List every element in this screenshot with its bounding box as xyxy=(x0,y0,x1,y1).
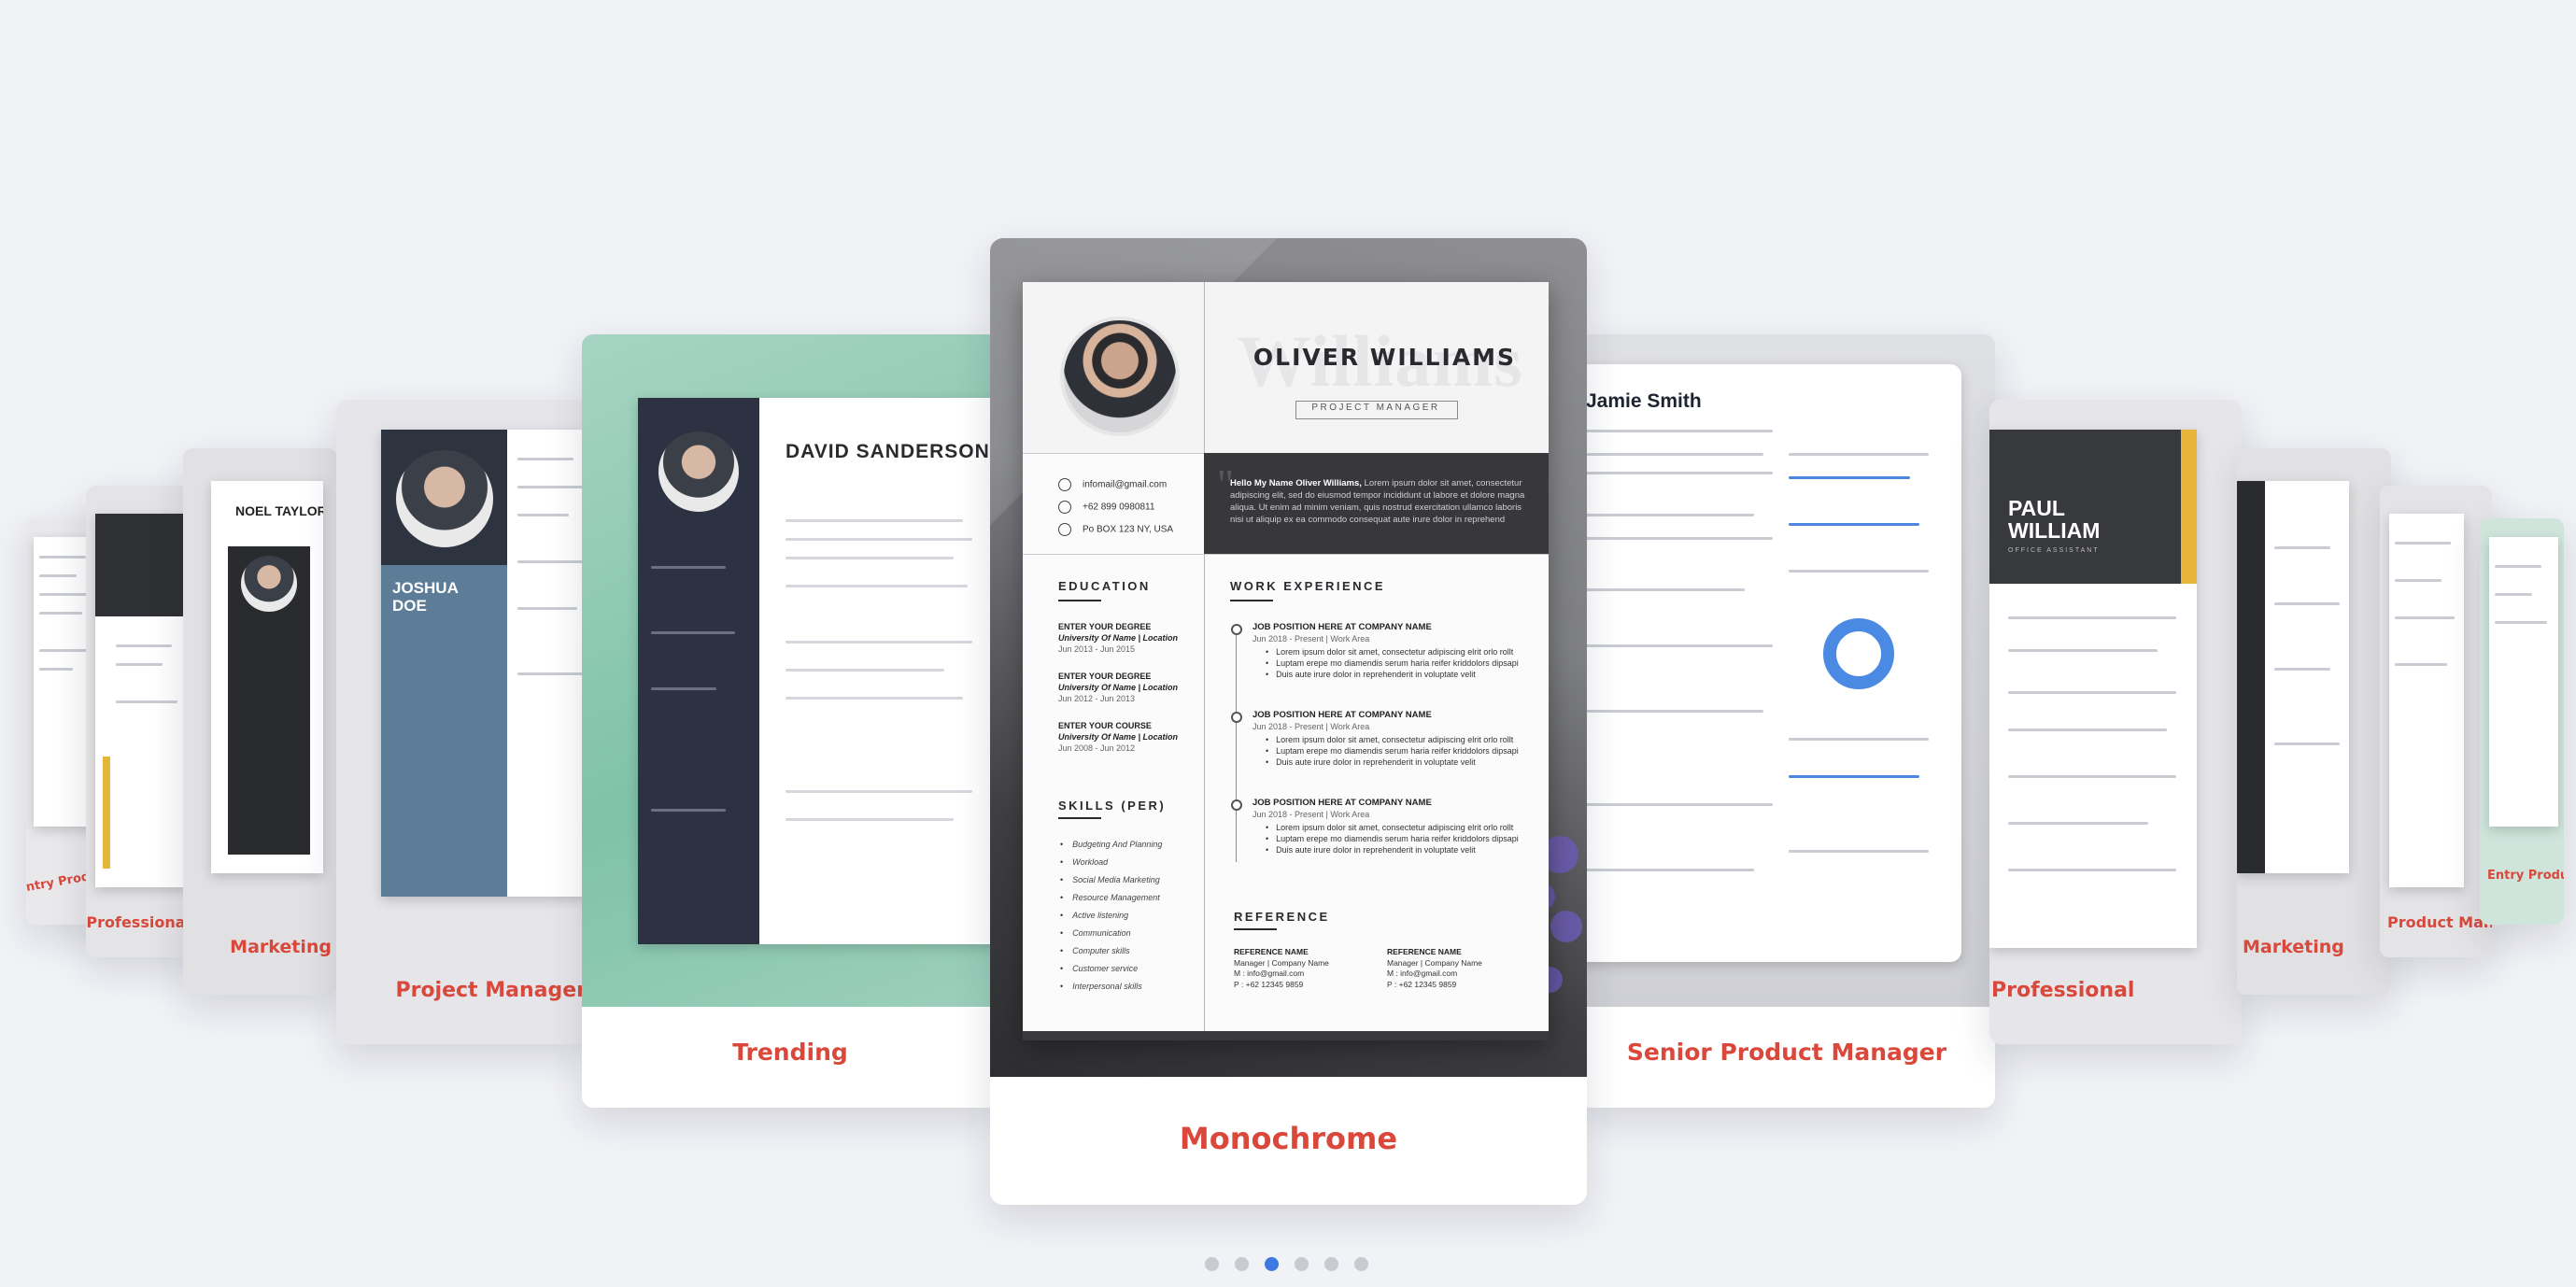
about-section: " Hello My Name Oliver Williams, Lorem i… xyxy=(1204,453,1549,554)
resume-name: NOEL TAYLOR xyxy=(235,503,323,518)
template-label: Marketing xyxy=(2243,937,2344,957)
template-preview: Williams OLIVER WILLIAMS PROJECT MANAGER… xyxy=(990,238,1587,1077)
reference-item: REFERENCE NAME Manager | Company Name M … xyxy=(1234,947,1329,989)
resume-role: OFFICE ASSISTANT xyxy=(2008,547,2100,554)
resume-document: Williams OLIVER WILLIAMS PROJECT MANAGER… xyxy=(1023,282,1549,1040)
contact-phone: +62 899 0980811 xyxy=(1083,502,1155,513)
resume-name: Jamie Smith xyxy=(1586,390,1702,412)
template-preview xyxy=(2380,486,2492,957)
reference-title: REFERENCE xyxy=(1234,910,1330,924)
skills-title: SKILLS (PER) xyxy=(1058,799,1167,813)
template-preview xyxy=(2480,518,2564,925)
template-label: Project Manager xyxy=(395,979,587,1002)
resume-name: OLIVER WILLIAMS xyxy=(1253,344,1517,371)
skill-item: Customer service xyxy=(1060,964,1138,973)
template-card-senior-product-manager[interactable]: Jamie Smith Senior Product Manager xyxy=(1578,334,1995,1108)
location-icon xyxy=(1058,523,1071,536)
resume-photo xyxy=(1060,317,1180,436)
work-title: WORK EXPERIENCE xyxy=(1230,579,1386,593)
skill-item: Social Media Marketing xyxy=(1060,875,1160,884)
job-item: JOB POSITION HERE AT COMPANY NAME Jun 20… xyxy=(1253,710,1533,768)
template-card-marketing-right[interactable]: Marketing xyxy=(2237,448,2391,995)
resume-name: JOSHUA DOE xyxy=(392,579,459,615)
contact-email: infomail@gmail.com xyxy=(1083,479,1168,490)
template-preview: NOEL TAYLOR xyxy=(183,448,337,995)
pagination-dot-5[interactable] xyxy=(1324,1257,1338,1271)
template-carousel: Entry Product Manager Professional NOEL … xyxy=(0,0,2576,1287)
about-lead: Hello My Name Oliver Williams, xyxy=(1230,478,1362,488)
skill-item: Communication xyxy=(1060,928,1131,938)
template-card-monochrome[interactable]: Williams OLIVER WILLIAMS PROJECT MANAGER… xyxy=(990,238,1587,1205)
education-item: ENTER YOUR DEGREE University Of Name | L… xyxy=(1058,672,1179,703)
template-card-product-manager-right[interactable]: Product Manager xyxy=(2380,486,2492,957)
skill-item: Interpersonal skills xyxy=(1060,982,1142,991)
template-label: Trending xyxy=(732,1039,848,1066)
template-card-marketing-left[interactable]: NOEL TAYLOR Marketing xyxy=(183,448,337,995)
skill-item: Computer skills xyxy=(1060,946,1130,955)
job-item: JOB POSITION HERE AT COMPANY NAME Jun 20… xyxy=(1253,622,1533,680)
template-card-project-manager[interactable]: JOSHUA DOE Project Manager xyxy=(336,400,588,1044)
education-item: ENTER YOUR COURSE University Of Name | L… xyxy=(1058,721,1179,753)
phone-icon xyxy=(1058,501,1071,514)
template-preview xyxy=(86,486,198,957)
template-card-trending[interactable]: DAVID SANDERSON Trending xyxy=(582,334,998,1108)
resume-name: PAUL WILLIAM xyxy=(2008,496,2101,543)
skill-item: Resource Management xyxy=(1060,893,1160,902)
pagination-dot-1[interactable] xyxy=(1205,1257,1219,1271)
template-card-entry-product-manager-right[interactable]: Entry Product Manager xyxy=(2480,518,2564,925)
contact-address: Po BOX 123 NY, USA xyxy=(1083,524,1174,535)
email-icon xyxy=(1058,478,1071,491)
job-item: JOB POSITION HERE AT COMPANY NAME Jun 20… xyxy=(1253,798,1533,856)
pagination-dot-4[interactable] xyxy=(1295,1257,1309,1271)
template-preview: JOSHUA DOE xyxy=(336,400,588,1044)
template-label: Monochrome xyxy=(1179,1121,1398,1156)
template-card-professional-left[interactable]: Professional xyxy=(86,486,198,957)
resume-role: PROJECT MANAGER xyxy=(1311,403,1440,413)
pagination-dot-2[interactable] xyxy=(1235,1257,1249,1271)
template-card-professional-right[interactable]: PAUL WILLIAM OFFICE ASSISTANT Profession… xyxy=(1989,400,2242,1044)
education-item: ENTER YOUR DEGREE University Of Name | L… xyxy=(1058,622,1179,654)
template-label: Professional xyxy=(86,913,191,931)
template-label: Product Manager xyxy=(2387,913,2492,931)
template-label: Professional xyxy=(1991,979,2135,1002)
template-label: Entry Product Manager xyxy=(2487,869,2564,883)
template-preview xyxy=(2237,448,2391,995)
template-label: Senior Product Manager xyxy=(1626,1039,1947,1066)
skill-item: Workload xyxy=(1060,857,1108,867)
template-preview: PAUL WILLIAM OFFICE ASSISTANT xyxy=(1989,400,2242,1044)
pagination-dot-6[interactable] xyxy=(1354,1257,1368,1271)
template-preview: Jamie Smith xyxy=(1578,334,1995,1007)
education-title: EDUCATION xyxy=(1058,579,1151,593)
template-label: Marketing xyxy=(230,937,332,957)
skill-item: Active listening xyxy=(1060,911,1128,920)
template-preview: DAVID SANDERSON xyxy=(582,334,998,1007)
skill-item: Budgeting And Planning xyxy=(1060,840,1162,849)
pagination-dot-3[interactable] xyxy=(1265,1257,1279,1271)
reference-item: REFERENCE NAME Manager | Company Name M … xyxy=(1387,947,1482,989)
resume-name: DAVID SANDERSON xyxy=(786,441,990,462)
